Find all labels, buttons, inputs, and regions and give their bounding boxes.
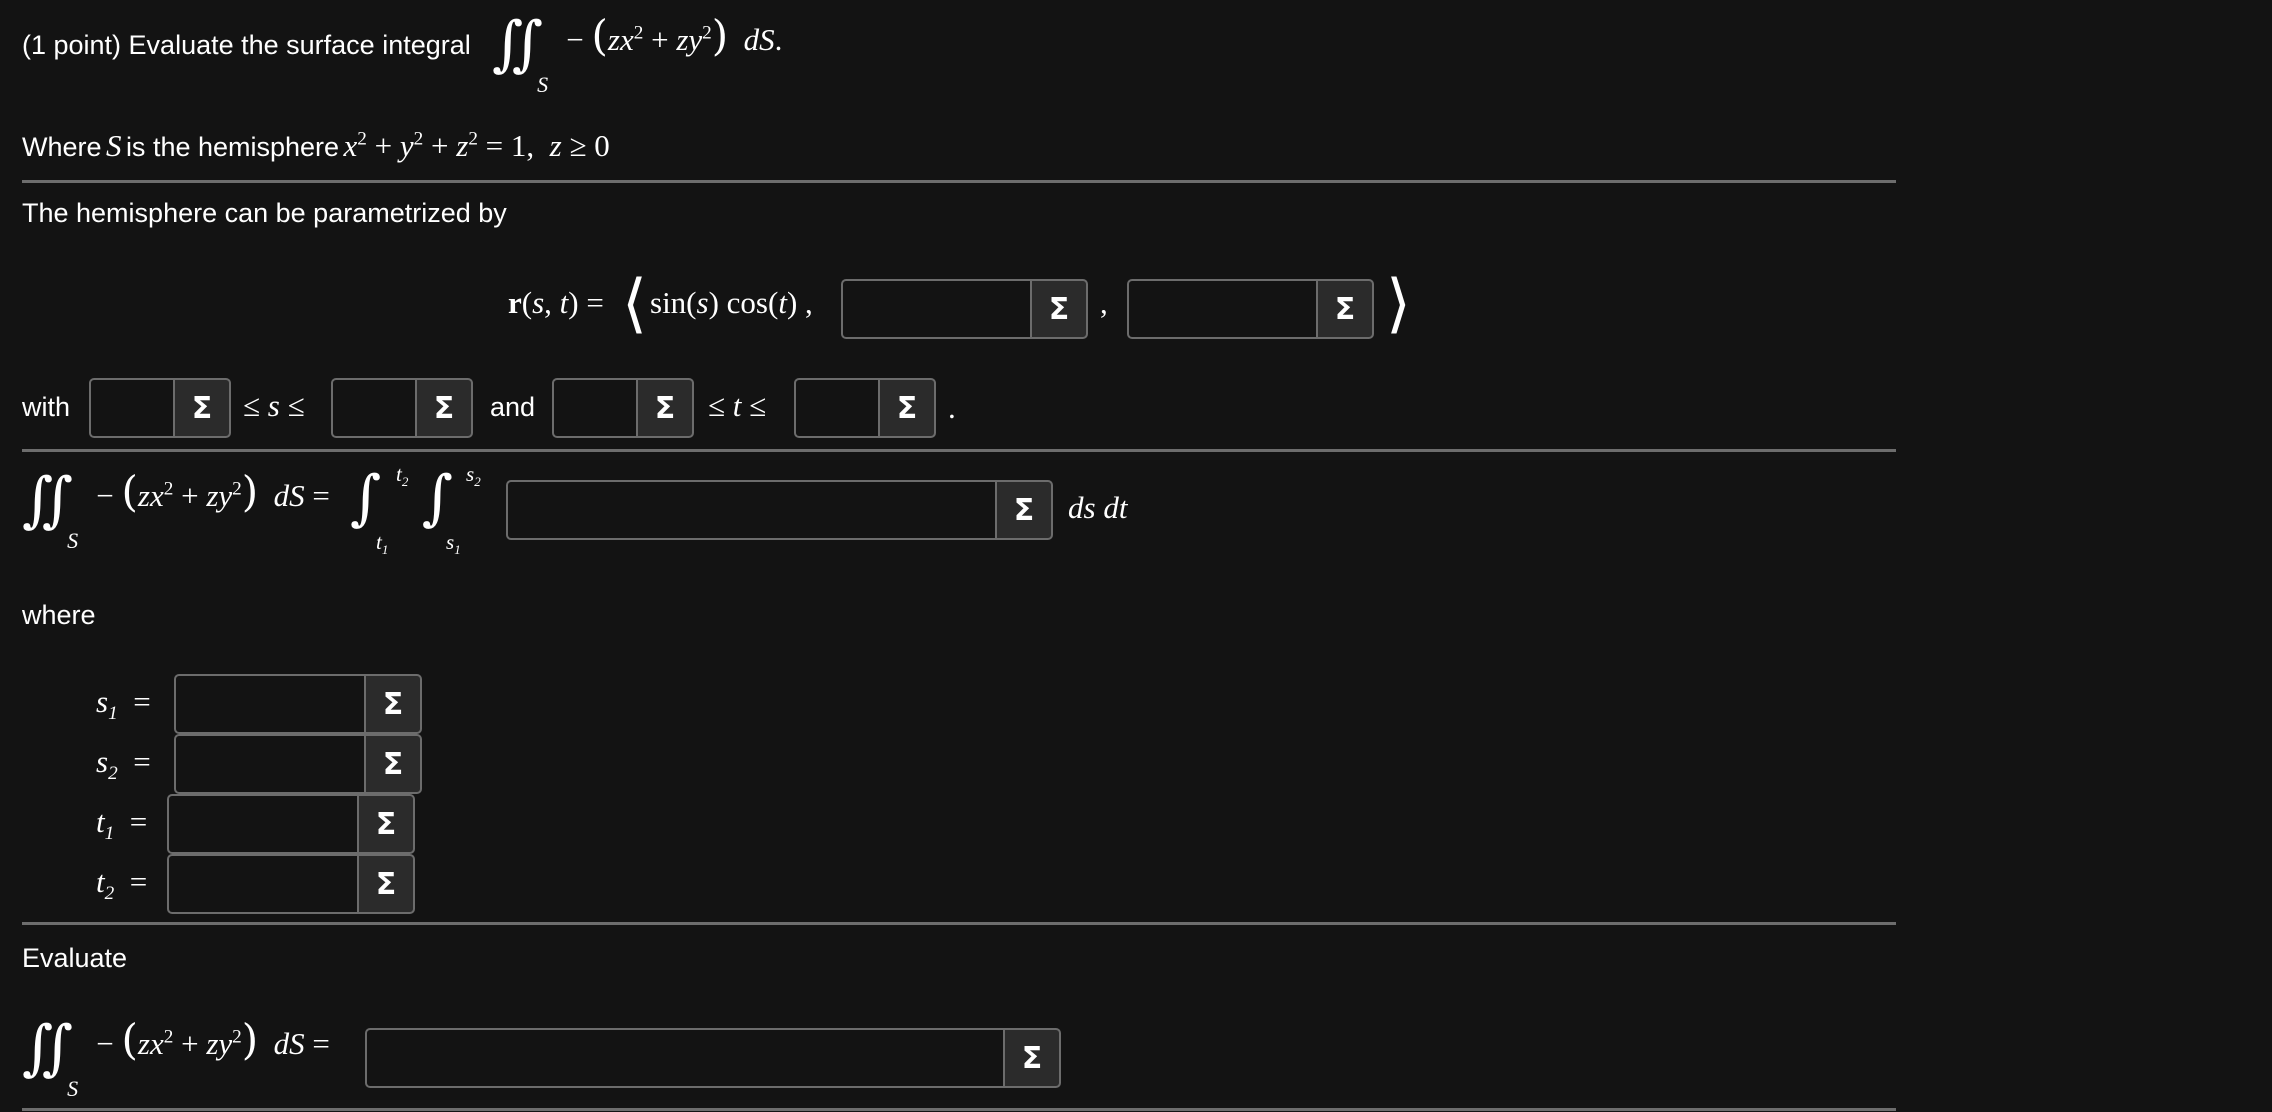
sigma-icon[interactable]: Σ bbox=[357, 794, 415, 854]
divider bbox=[22, 922, 1896, 925]
final-answer-input[interactable] bbox=[365, 1028, 1003, 1088]
ds-dt-label: ds dt bbox=[1068, 490, 1128, 525]
integrand-input[interactable] bbox=[506, 480, 995, 540]
t2-field[interactable]: Σ bbox=[167, 854, 415, 914]
sigma-icon[interactable]: Σ bbox=[1003, 1028, 1061, 1088]
r-y-field[interactable]: Σ bbox=[841, 279, 1088, 339]
right-angle-bracket: ⟩ bbox=[1386, 267, 1411, 341]
sigma-icon[interactable]: Σ bbox=[1316, 279, 1374, 339]
iterated-integral: ∫ t2 t1 ∫ s2 s1 bbox=[350, 462, 481, 558]
s2-field[interactable]: Σ bbox=[174, 734, 422, 794]
problem-intro: (1 point) Evaluate the surface integral bbox=[22, 30, 471, 60]
sigma-icon[interactable]: Σ bbox=[995, 480, 1053, 540]
t-lower-field[interactable]: Σ bbox=[552, 378, 694, 438]
t-upper-input[interactable] bbox=[794, 378, 878, 438]
s2-label: s2 = bbox=[96, 744, 151, 785]
period: . bbox=[948, 390, 956, 425]
sigma-icon[interactable]: Σ bbox=[1030, 279, 1088, 339]
with-label: with bbox=[22, 392, 71, 422]
r-z-field[interactable]: Σ bbox=[1127, 279, 1374, 339]
r-z-input[interactable] bbox=[1127, 279, 1316, 339]
s-lower-field[interactable]: Σ bbox=[89, 378, 231, 438]
left-angle-bracket: ⟨ bbox=[622, 267, 647, 341]
divider bbox=[22, 449, 1896, 452]
t2-label: t2 = bbox=[96, 864, 148, 905]
t-lower-input[interactable] bbox=[552, 378, 636, 438]
t-bounds-ineq: ≤ t ≤ bbox=[708, 388, 767, 423]
and-label: and bbox=[490, 392, 536, 422]
s-bounds-ineq: ≤ s ≤ bbox=[243, 388, 305, 423]
t1-field[interactable]: Σ bbox=[167, 794, 415, 854]
surface-integral-expression: ∬S − (zx2 + zy2) dS. bbox=[492, 9, 783, 97]
sigma-icon[interactable]: Σ bbox=[878, 378, 936, 438]
r-x-component: sin(s) cos(t) , bbox=[650, 285, 813, 320]
evaluate-label: Evaluate bbox=[22, 943, 128, 973]
s1-input[interactable] bbox=[174, 674, 364, 734]
sigma-icon[interactable]: Σ bbox=[364, 734, 422, 794]
s1-field[interactable]: Σ bbox=[174, 674, 422, 734]
final-answer-field[interactable]: Σ bbox=[365, 1028, 1061, 1088]
surface-integral-lhs: ∬S − (zx2 + zy2) dS = bbox=[22, 465, 330, 553]
sigma-icon[interactable]: Σ bbox=[173, 378, 231, 438]
surface-integral-final-lhs: ∬S − (zx2 + zy2) dS = bbox=[22, 1013, 330, 1101]
sigma-icon[interactable]: Σ bbox=[364, 674, 422, 734]
hemisphere-definition: Where S is the hemisphere x2 + y2 + z2 =… bbox=[22, 128, 610, 163]
sigma-icon[interactable]: Σ bbox=[357, 854, 415, 914]
s2-input[interactable] bbox=[174, 734, 364, 794]
divider bbox=[22, 180, 1896, 183]
r-vector-label: r(s, t) = bbox=[508, 285, 604, 320]
sigma-icon[interactable]: Σ bbox=[636, 378, 694, 438]
t2-input[interactable] bbox=[167, 854, 357, 914]
t1-input[interactable] bbox=[167, 794, 357, 854]
s-lower-input[interactable] bbox=[89, 378, 173, 438]
r-y-input[interactable] bbox=[841, 279, 1030, 339]
integrand-field[interactable]: Σ bbox=[506, 480, 1053, 540]
parametrization-intro: The hemisphere can be parametrized by bbox=[22, 198, 507, 228]
sigma-icon[interactable]: Σ bbox=[415, 378, 473, 438]
s-upper-field[interactable]: Σ bbox=[331, 378, 473, 438]
s1-label: s1 = bbox=[96, 684, 151, 725]
where-label: where bbox=[22, 600, 96, 630]
s-upper-input[interactable] bbox=[331, 378, 415, 438]
t1-label: t1 = bbox=[96, 804, 148, 845]
t-upper-field[interactable]: Σ bbox=[794, 378, 936, 438]
divider bbox=[22, 1108, 1896, 1111]
comma: , bbox=[1100, 285, 1108, 320]
